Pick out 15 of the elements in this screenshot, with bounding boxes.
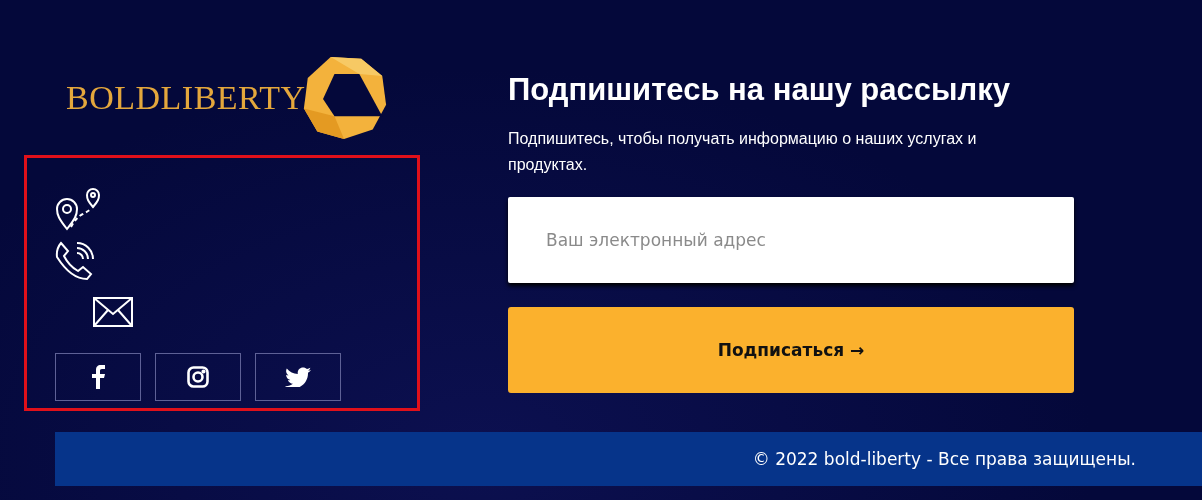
facebook-icon — [91, 365, 105, 389]
subscribe-button[interactable]: Подписаться → — [508, 307, 1074, 393]
twitter-link[interactable] — [255, 353, 341, 401]
email-field[interactable]: Ваш электронный адрес — [508, 197, 1074, 283]
facebook-link[interactable] — [55, 353, 141, 401]
newsletter-description: Подпишитесь, чтобы получать информацию о наших услугах и продуктах. — [508, 129, 978, 175]
instagram-icon — [187, 366, 209, 388]
newsletter-heading: Подпишитесь на нашу рассылку — [508, 72, 1011, 108]
logo-text: BOLDLIBERTY — [66, 79, 306, 117]
envelope-icon — [93, 297, 133, 327]
instagram-link[interactable] — [155, 353, 241, 401]
copyright-text: © 2022 bold-liberty - Все права защищены. — [752, 449, 1136, 469]
phone-icon — [55, 241, 95, 281]
bird-icon — [285, 367, 311, 387]
location-pins-icon — [55, 185, 103, 231]
